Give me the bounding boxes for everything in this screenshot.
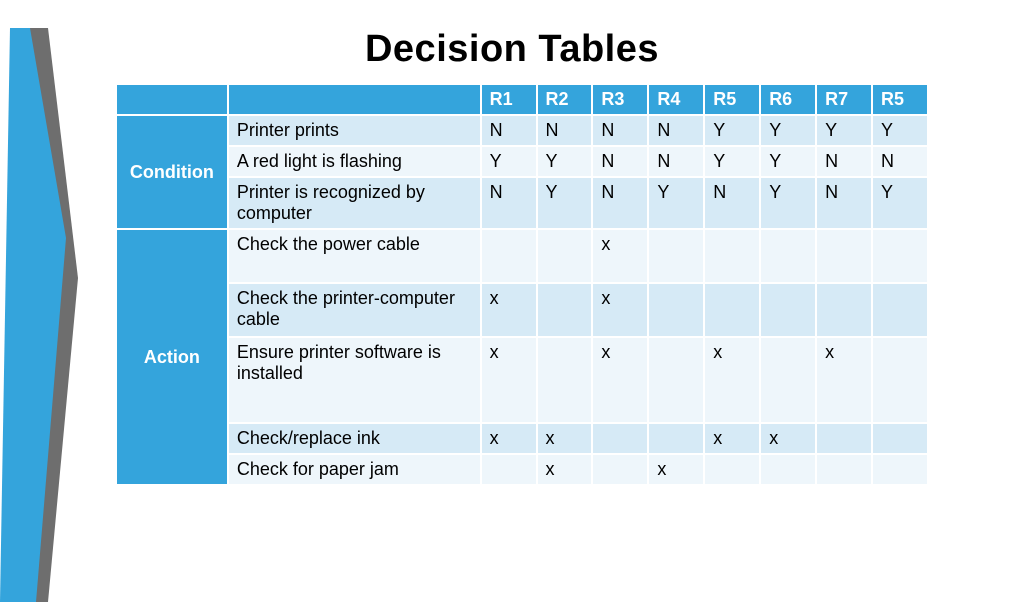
cell <box>872 454 928 485</box>
cell <box>760 337 816 423</box>
header-r8: R5 <box>872 84 928 115</box>
cell: Y <box>704 146 760 177</box>
cell: N <box>704 177 760 229</box>
cell <box>816 229 872 283</box>
decision-table: R1 R2 R3 R4 R5 R6 R7 R5 Condition Printe… <box>115 83 929 486</box>
header-r7: R7 <box>816 84 872 115</box>
cell: x <box>592 283 648 337</box>
cell: Y <box>760 115 816 146</box>
condition-section-label: Condition <box>116 115 228 229</box>
cell: N <box>816 177 872 229</box>
cell <box>872 337 928 423</box>
header-r2: R2 <box>537 84 593 115</box>
header-blank-1 <box>116 84 228 115</box>
cell: N <box>872 146 928 177</box>
action-label: Check/replace ink <box>228 423 481 454</box>
cell: Y <box>760 177 816 229</box>
cell <box>816 454 872 485</box>
cell: x <box>537 423 593 454</box>
action-row: Check for paper jam x x <box>116 454 928 485</box>
action-section-label: Action <box>116 229 228 485</box>
cell <box>816 423 872 454</box>
cell <box>592 454 648 485</box>
cell <box>481 229 537 283</box>
header-row: R1 R2 R3 R4 R5 R6 R7 R5 <box>116 84 928 115</box>
cell <box>760 229 816 283</box>
cell: Y <box>648 177 704 229</box>
condition-row: Printer is recognized by computer N Y N … <box>116 177 928 229</box>
header-blank-2 <box>228 84 481 115</box>
cell: Y <box>537 146 593 177</box>
decision-table-container: R1 R2 R3 R4 R5 R6 R7 R5 Condition Printe… <box>115 83 929 486</box>
cell: Y <box>481 146 537 177</box>
cell: x <box>481 337 537 423</box>
action-label: Ensure printer software is installed <box>228 337 481 423</box>
cell: x <box>704 423 760 454</box>
action-label: Check the printer-computer cable <box>228 283 481 337</box>
cell: N <box>592 115 648 146</box>
action-label: Check for paper jam <box>228 454 481 485</box>
cell: N <box>592 177 648 229</box>
cell <box>537 229 593 283</box>
header-r5: R5 <box>704 84 760 115</box>
cell: x <box>648 454 704 485</box>
cell: x <box>481 283 537 337</box>
cell: N <box>481 177 537 229</box>
cell: Y <box>537 177 593 229</box>
cell <box>537 337 593 423</box>
cell <box>592 423 648 454</box>
cell: Y <box>704 115 760 146</box>
cell: x <box>592 337 648 423</box>
cell <box>537 283 593 337</box>
action-row: Ensure printer software is installed x x… <box>116 337 928 423</box>
cell: N <box>592 146 648 177</box>
action-row: Check the printer-computer cable x x <box>116 283 928 337</box>
condition-label: A red light is flashing <box>228 146 481 177</box>
condition-label: Printer is recognized by computer <box>228 177 481 229</box>
cell <box>760 454 816 485</box>
action-label: Check the power cable <box>228 229 481 283</box>
cell <box>704 454 760 485</box>
condition-row: Condition Printer prints N N N N Y Y Y Y <box>116 115 928 146</box>
cell: N <box>537 115 593 146</box>
cell: N <box>648 146 704 177</box>
cell: Y <box>760 146 816 177</box>
cell <box>704 283 760 337</box>
cell: Y <box>816 115 872 146</box>
header-r4: R4 <box>648 84 704 115</box>
condition-label: Printer prints <box>228 115 481 146</box>
cell <box>872 283 928 337</box>
cell <box>648 423 704 454</box>
cell: N <box>481 115 537 146</box>
header-r3: R3 <box>592 84 648 115</box>
cell <box>704 229 760 283</box>
cell: x <box>704 337 760 423</box>
cell <box>760 283 816 337</box>
cell: x <box>481 423 537 454</box>
cell: N <box>816 146 872 177</box>
condition-row: A red light is flashing Y Y N N Y Y N N <box>116 146 928 177</box>
cell: x <box>760 423 816 454</box>
header-r6: R6 <box>760 84 816 115</box>
cell: N <box>648 115 704 146</box>
action-row: Action Check the power cable x <box>116 229 928 283</box>
slide-decoration <box>0 28 80 602</box>
cell <box>648 283 704 337</box>
cell: Y <box>872 177 928 229</box>
cell: x <box>816 337 872 423</box>
cell <box>872 423 928 454</box>
cell <box>648 229 704 283</box>
cell <box>816 283 872 337</box>
header-r1: R1 <box>481 84 537 115</box>
page-title: Decision Tables <box>0 28 1024 71</box>
cell <box>481 454 537 485</box>
cell: x <box>592 229 648 283</box>
cell <box>872 229 928 283</box>
cell <box>648 337 704 423</box>
cell: Y <box>872 115 928 146</box>
cell: x <box>537 454 593 485</box>
action-row: Check/replace ink x x x x <box>116 423 928 454</box>
